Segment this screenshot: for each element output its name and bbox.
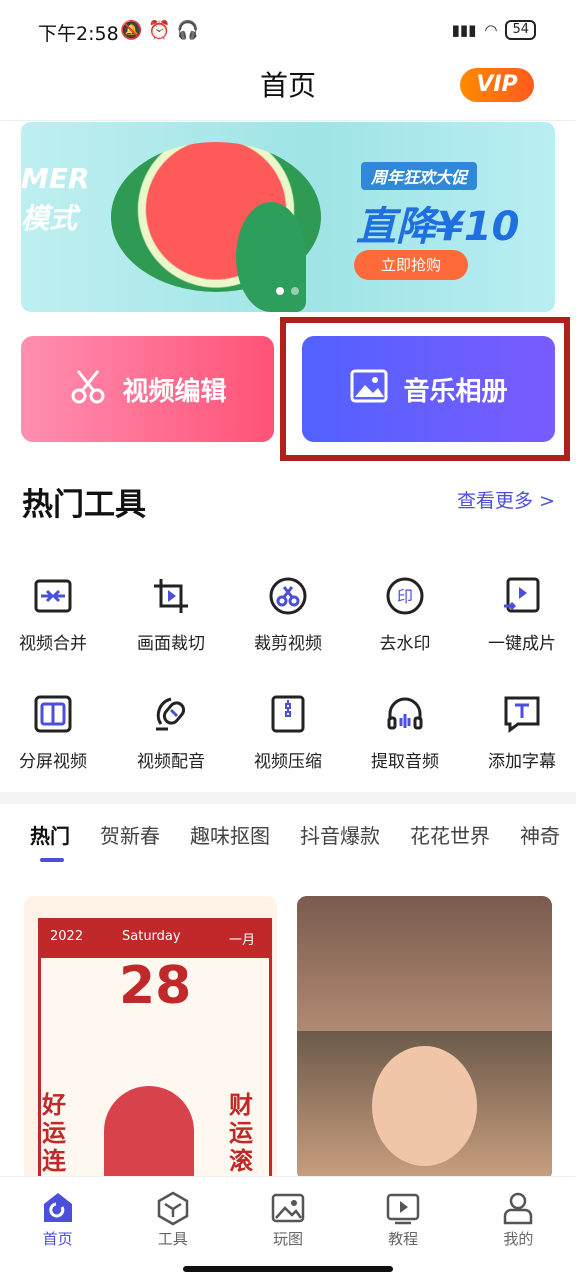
tool-label: 视频压缩 [254,752,322,772]
tool-compress[interactable]: 视频压缩 [233,693,343,772]
header-divider [0,120,576,121]
tab-hot[interactable]: 热门 [30,820,70,849]
tool-label: 视频合并 [19,634,87,654]
tool-label: 提取音频 [371,752,439,772]
category-tabs: 热门 贺新春 趣味抠图 抖音爆款 花花世界 神奇 [30,820,560,849]
video-frame-top [297,896,552,1031]
user-icon [500,1190,536,1226]
battery-indicator: 54 [505,20,536,40]
cube-icon [155,1190,191,1226]
calendar-year: 2022 [50,929,84,944]
svg-text:印: 印 [397,587,413,606]
bottom-nav: 首页 工具 玩图 教程 我的 [0,1176,576,1257]
tab-douyin-hits[interactable]: 抖音爆款 [300,820,380,849]
nav-home[interactable]: 首页 [13,1186,103,1249]
nav-label: 教程 [388,1229,419,1248]
banner-tag: 周年狂欢大促 [361,162,478,190]
calendar-weekday: Saturday [122,929,181,944]
banner-side-text-2: 模式 [21,202,78,235]
vip-button[interactable]: VIP [460,68,534,102]
video-edit-card[interactable]: 视频编辑 [21,336,274,442]
banner-dot [276,287,284,295]
home-indicator [183,1266,393,1272]
nav-label: 工具 [157,1229,188,1248]
tab-flower-world[interactable]: 花花世界 [410,820,490,849]
calendar-left-text: 好运连连 [42,1091,66,1181]
headphones-icon [384,693,426,735]
tool-add-subtitle[interactable]: 添加字幕 [467,693,576,772]
nav-tools[interactable]: 工具 [128,1186,218,1249]
tool-label: 画面裁切 [137,634,205,654]
nav-label: 首页 [42,1229,73,1248]
tool-label: 去水印 [379,634,431,654]
tool-label: 添加字幕 [488,752,556,772]
nav-label: 我的 [503,1229,534,1248]
calendar-day: 28 [119,956,192,1016]
tool-label: 一键成片 [488,634,556,654]
alarm-icon: ⏰ [148,20,177,41]
person-illustration [104,1086,194,1181]
watermark-icon: 印 [384,575,426,617]
template-card-video[interactable] [297,896,552,1181]
status-right: ▮▮▮ ◠ 54 [452,20,536,40]
tool-label: 分屏视频 [19,752,87,772]
scissors-icon [267,575,309,617]
tab-fun-cutout[interactable]: 趣味抠图 [190,820,270,849]
nav-play-image[interactable]: 玩图 [243,1186,333,1249]
image-icon [270,1190,306,1226]
wifi-icon: ◠ [484,21,498,39]
calendar-month: 一月 [229,933,256,948]
subtitle-icon [501,693,543,735]
crop-icon [150,575,192,617]
one-click-icon [501,575,543,617]
highlight-box [280,317,570,461]
calendar-right-text: 财运滚滚 [229,1091,253,1181]
headset-icon: 🎧 [176,20,206,41]
status-time: 下午2:58 [38,23,119,45]
section-divider [0,792,576,804]
video-edit-label: 视频编辑 [122,376,227,407]
mute-icon: 🔕 [120,20,149,41]
face-illustration [372,1046,477,1166]
merge-icon [32,575,74,617]
tab-indicator [40,858,64,862]
tool-one-click[interactable]: 一键成片 [467,575,576,654]
tool-crop[interactable]: 画面裁切 [116,575,226,654]
banner-dot [291,287,299,295]
signal-icon: ▮▮▮ [451,21,477,39]
tab-magic[interactable]: 神奇 [520,820,560,849]
microphone-icon [150,693,192,735]
nav-mine[interactable]: 我的 [473,1186,563,1249]
tool-remove-watermark[interactable]: 印 去水印 [350,575,460,654]
tool-video-merge[interactable]: 视频合并 [0,575,108,654]
tool-extract-audio[interactable]: 提取音频 [350,693,460,772]
see-more-link[interactable]: 查看更多 > [457,486,555,513]
tool-split-screen[interactable]: 分屏视频 [0,693,108,772]
banner-side-text: MER [21,162,90,195]
leaf-illustration [236,202,306,312]
status-notification-icons: 🔕⏰🎧 [120,20,205,41]
banner-headline: 直降¥10 [356,204,520,250]
play-icon [385,1190,421,1226]
tab-new-year[interactable]: 贺新春 [100,820,160,849]
status-bar: 下午2:58 🔕⏰🎧 ▮▮▮ ◠ 54 [0,0,576,62]
tool-label: 裁剪视频 [254,634,322,654]
nav-tutorial[interactable]: 教程 [358,1186,448,1249]
split-screen-icon [32,693,74,735]
hot-tools-title: 热门工具 [22,487,146,523]
promo-banner[interactable]: MER 模式 周年狂欢大促 直降¥10 立即抢购 [21,122,555,312]
home-icon [40,1190,76,1226]
tool-dubbing[interactable]: 视频配音 [116,693,226,772]
template-card-calendar[interactable]: 2022 Saturday 一月 28 好运连连 财运滚滚 [24,896,277,1181]
tool-label: 视频配音 [137,752,205,772]
banner-buy-button[interactable]: 立即抢购 [354,250,468,280]
tool-cut-video[interactable]: 裁剪视频 [233,575,343,654]
scissors-icon [68,366,108,413]
compress-icon [267,693,309,735]
nav-label: 玩图 [272,1229,303,1248]
